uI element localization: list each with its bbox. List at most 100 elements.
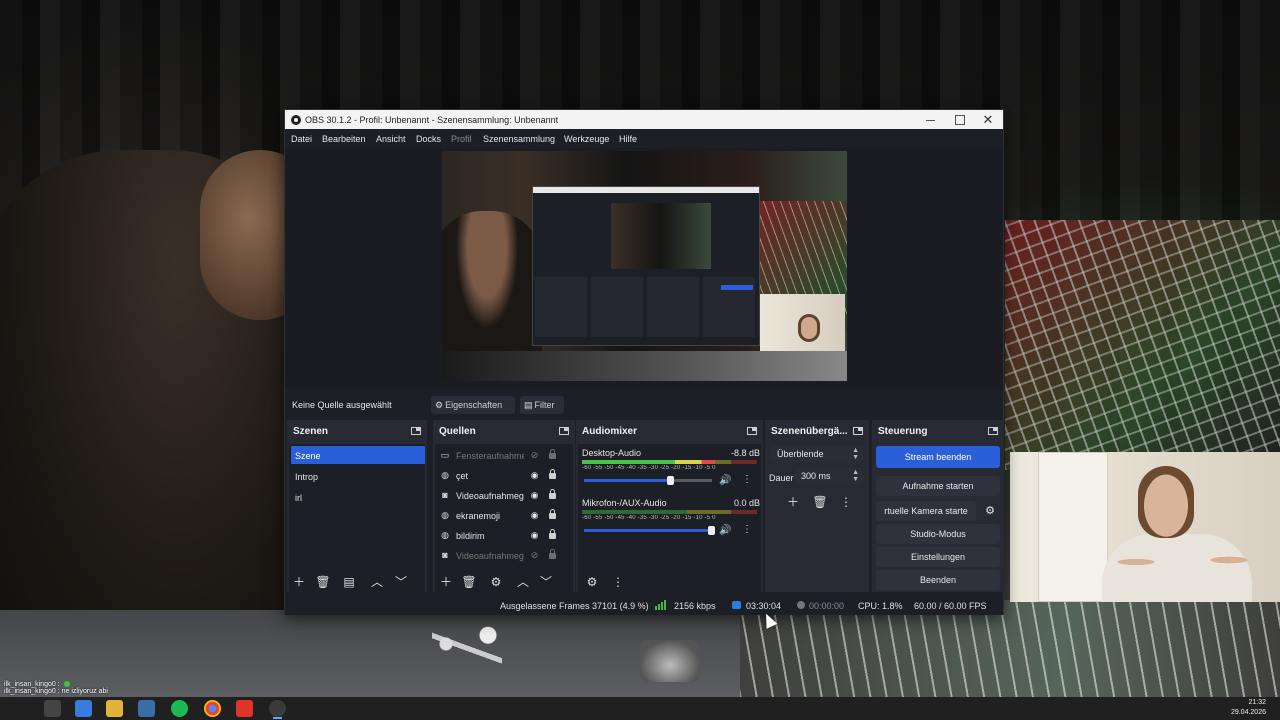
mixer-body: Desktop-Audio -8.8 dB -60 -55 -50 -45 -4…	[578, 444, 761, 592]
menu-datei[interactable]: Datei	[291, 134, 312, 144]
sources-dock-title: Quellen	[439, 426, 476, 437]
mixer-toolbar: ⚙ ⋮	[578, 570, 761, 592]
preview-floor	[442, 351, 847, 381]
add-icon[interactable]: ＋	[785, 494, 801, 510]
start-recording-button[interactable]: Aufnahme starten	[876, 476, 1000, 496]
menu-szenensammlung[interactable]: Szenensammlung	[483, 134, 555, 144]
lock-icon[interactable]	[548, 449, 557, 460]
scene-item-introp[interactable]: Introp	[291, 467, 425, 485]
lock-icon[interactable]	[548, 549, 557, 560]
source-item[interactable]: ◙ Videoaufnahmegerät ◉	[437, 486, 573, 504]
scene-transitions-dock: Szenenübergä... Überblende ▲ ▼ Dauer 300 …	[765, 420, 869, 592]
mixer-dock-title: Audiomixer	[582, 426, 638, 437]
eye-slash-icon[interactable]: ⊘	[529, 450, 540, 460]
properties-button[interactable]: ⚙ Eigenschaften	[431, 396, 515, 414]
gear-icon[interactable]: ⚙	[980, 501, 1000, 521]
task-view-icon[interactable]	[75, 700, 92, 717]
start-virtual-camera-button[interactable]: rtuelle Kamera starte	[876, 501, 976, 521]
source-item[interactable]: ◍ çet ◉	[437, 466, 573, 484]
source-item[interactable]: ▭ Fensteraufnahme ⊘	[437, 446, 573, 464]
close-button[interactable]: ✕	[973, 111, 1003, 128]
eye-icon[interactable]: ◉	[529, 510, 540, 520]
spotify-icon[interactable]	[171, 700, 188, 717]
menu-docks[interactable]: Docks	[416, 134, 441, 144]
lock-icon[interactable]	[548, 529, 557, 540]
slider-handle[interactable]	[667, 476, 675, 485]
emoji-icon	[63, 681, 70, 688]
stop-stream-button[interactable]: Stream beenden	[876, 446, 1000, 468]
lock-icon[interactable]	[548, 469, 557, 480]
source-item[interactable]: ◍ bildirim ◉	[437, 526, 573, 544]
chevron-down-icon[interactable]: ﹀	[538, 574, 554, 590]
trash-icon[interactable]: 🗑	[812, 494, 828, 510]
lock-icon[interactable]	[548, 489, 557, 500]
system-clock: 21:32 29.04.2026	[1230, 699, 1266, 716]
obs-taskbar-icon[interactable]	[269, 700, 286, 719]
no-source-label: Keine Quelle ausgewählt	[292, 400, 392, 410]
studio-mode-button[interactable]: Studio-Modus	[876, 524, 1000, 544]
cage-bottom	[740, 600, 1280, 700]
undock-icon[interactable]	[411, 427, 421, 435]
transition-select[interactable]: Überblende ▲ ▼	[771, 446, 863, 463]
undock-icon[interactable]	[747, 427, 757, 435]
eye-slash-icon[interactable]: ⊘	[529, 550, 540, 560]
lock-icon[interactable]	[548, 509, 557, 520]
webcam-overlay	[1010, 452, 1280, 602]
more-options-icon[interactable]: ⋮	[742, 474, 752, 485]
eye-icon[interactable]: ◉	[529, 490, 540, 500]
cpu-usage: CPU: 1.8%	[858, 601, 903, 611]
volume-slider[interactable]	[584, 476, 712, 485]
gear-icon[interactable]: ⚙	[488, 574, 504, 590]
settings-button[interactable]: Einstellungen	[876, 547, 1000, 567]
source-item[interactable]: ◙ Videoaufnahmegerät ⊘	[437, 546, 573, 564]
filter-icon[interactable]: ▤	[341, 574, 357, 590]
scene-item-irl[interactable]: irl	[291, 488, 425, 506]
scene-item-szene[interactable]: Szene	[291, 446, 425, 464]
link-gear-icon[interactable]: ⚙	[584, 574, 600, 590]
eye-icon[interactable]: ◉	[529, 530, 540, 540]
scenes-toolbar: ＋ 🗑 ▤ ︿ ﹀	[289, 570, 425, 592]
exit-button[interactable]: Beenden	[876, 570, 1000, 590]
add-icon[interactable]: ＋	[438, 574, 454, 590]
duration-spinbox[interactable]: 300 ms ▲ ▼	[795, 468, 863, 485]
chrome-icon[interactable]	[204, 700, 221, 717]
eye-icon[interactable]: ◉	[529, 470, 540, 480]
status-bar: Ausgelassene Frames 37101 (4.9 %) 2156 k…	[285, 596, 1003, 615]
undock-icon[interactable]	[559, 427, 569, 435]
more-options-icon[interactable]: ⋮	[742, 524, 752, 535]
slider-handle[interactable]	[708, 526, 715, 535]
speaker-icon[interactable]: 🔊	[719, 525, 731, 536]
more-options-icon[interactable]: ⋮	[838, 494, 854, 510]
duration-label: Dauer	[769, 473, 794, 483]
program-preview[interactable]	[442, 151, 847, 381]
chevron-up-icon[interactable]: ︿	[515, 574, 531, 590]
globe-icon: ◍	[441, 510, 449, 520]
store-icon[interactable]	[138, 700, 155, 717]
webcam-person-head	[1138, 466, 1194, 538]
speaker-icon[interactable]: 🔊	[719, 475, 731, 486]
chevron-down-icon[interactable]: ﹀	[393, 574, 409, 590]
file-explorer-icon[interactable]	[106, 700, 123, 717]
chat-line: ilk_insan_kingo0 :	[4, 681, 108, 688]
trash-icon[interactable]: 🗑	[315, 574, 331, 590]
minimize-button[interactable]	[915, 111, 945, 128]
undock-icon[interactable]	[988, 427, 998, 435]
record-time: 00:00:00	[809, 601, 845, 611]
menu-werkzeuge[interactable]: Werkzeuge	[564, 134, 609, 144]
search-icon[interactable]	[44, 700, 61, 717]
brave-icon[interactable]	[236, 700, 253, 717]
filter-button[interactable]: ▤ Filter	[520, 396, 564, 414]
updown-chevron-icon[interactable]: ▲ ▼	[852, 469, 859, 483]
menu-ansicht[interactable]: Ansicht	[376, 134, 406, 144]
chevron-up-icon[interactable]: ︿	[369, 574, 385, 590]
more-options-icon[interactable]: ⋮	[610, 574, 626, 590]
undock-icon[interactable]	[853, 427, 863, 435]
maximize-button[interactable]	[944, 111, 974, 128]
trash-icon[interactable]: 🗑	[461, 574, 477, 590]
add-icon[interactable]: ＋	[291, 574, 307, 590]
volume-slider[interactable]	[584, 526, 715, 535]
title-bar[interactable]: OBS 30.1.2 - Profil: Unbenannt - Szenens…	[285, 110, 1003, 129]
menu-hilfe[interactable]: Hilfe	[619, 134, 637, 144]
source-item[interactable]: ◍ ekranemoji ◉	[437, 506, 573, 524]
menu-bearbeiten[interactable]: Bearbeiten	[322, 134, 366, 144]
